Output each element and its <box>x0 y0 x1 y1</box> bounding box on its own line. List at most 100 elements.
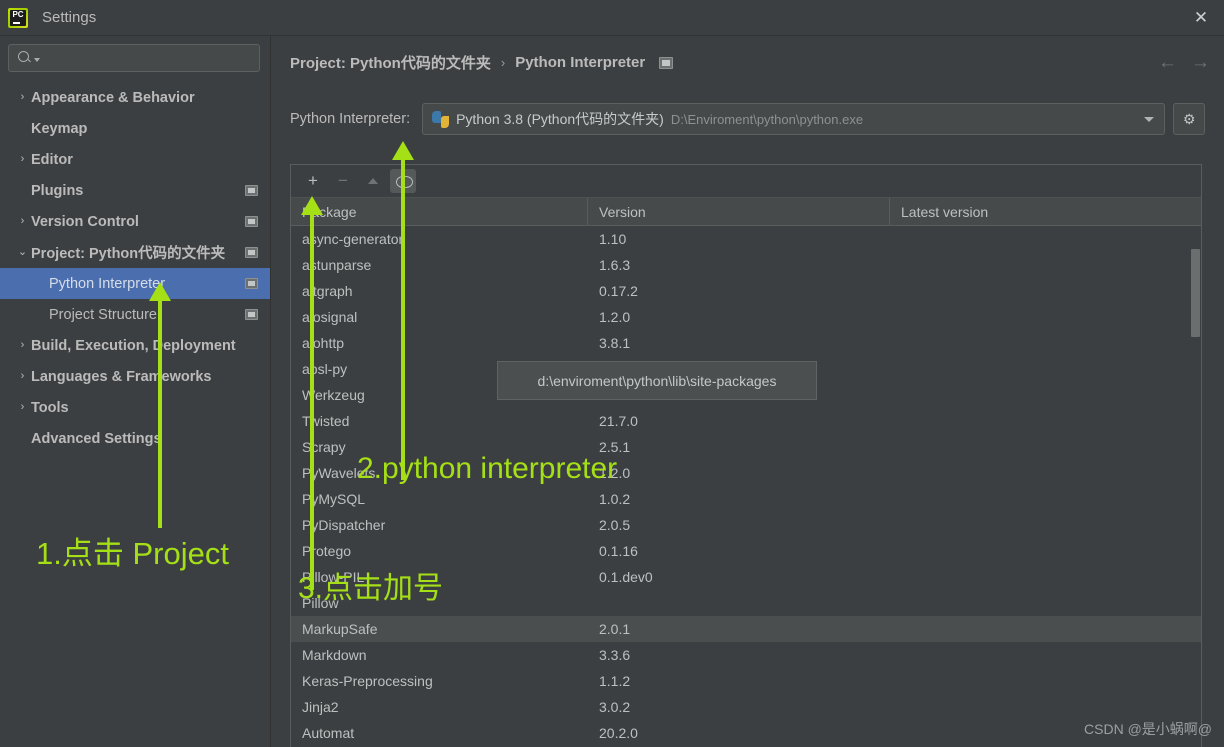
chevron-right-icon[interactable]: › <box>14 92 31 103</box>
column-header-version[interactable]: Version <box>588 197 890 226</box>
cell-version: 1.2.0 <box>599 309 631 325</box>
breadcrumb-leaf[interactable]: Python Interpreter <box>515 54 645 71</box>
cell-package: Automat <box>302 725 355 741</box>
pycharm-icon: PC <box>8 7 28 28</box>
sidebar-item-keymap[interactable]: Keymap <box>0 113 270 144</box>
gear-icon: ⚙ <box>1182 110 1196 127</box>
cell-version: 2.5.1 <box>599 439 631 455</box>
upgrade-package-button[interactable] <box>360 169 386 193</box>
table-row[interactable]: Keras-Preprocessing 1.1.2 <box>291 668 1201 694</box>
settings-window: PC Settings ✕ › Appearance & Behavior Keym… <box>0 0 1224 747</box>
sidebar-item-python-interpreter[interactable]: Python Interpreter <box>0 268 270 299</box>
sidebar-item-tools[interactable]: › Tools <box>0 392 270 423</box>
chevron-right-icon[interactable]: › <box>14 371 31 382</box>
table-row[interactable]: astunparse 1.6.3 <box>291 252 1201 278</box>
cell-package: astunparse <box>302 257 372 273</box>
table-row[interactable]: Automat 20.2.0 <box>291 720 1201 746</box>
search-area <box>0 36 270 72</box>
remove-package-button[interactable]: − <box>330 169 356 193</box>
sidebar-item-languages-frameworks[interactable]: › Languages & Frameworks <box>0 361 270 392</box>
sidebar-item-plugins[interactable]: Plugins <box>0 175 270 206</box>
packages-table-body: async-generator 1.10 astunparse 1.6.3 altgra… <box>291 226 1201 746</box>
search-box[interactable] <box>8 44 260 72</box>
cell-version: 3.3.6 <box>599 647 631 663</box>
cell-package: MarkupSafe <box>302 621 378 637</box>
sidebar-item-label: Version Control <box>31 213 139 230</box>
table-row[interactable]: altgraph 0.17.2 <box>291 278 1201 304</box>
chevron-right-icon[interactable]: › <box>14 216 31 227</box>
cell-version: 1.0.2 <box>599 491 631 507</box>
cell-package: Protego <box>302 543 352 559</box>
cell-version: 1.6.3 <box>599 257 631 273</box>
annotation-arrow-1-head <box>149 282 171 301</box>
cell-package: PyMySQL <box>302 491 366 507</box>
table-row[interactable]: Twisted 21.7.0 <box>291 408 1201 434</box>
chevron-right-icon[interactable]: › <box>14 154 31 165</box>
sidebar-item-label: Advanced Settings <box>31 430 162 447</box>
chevron-down-icon[interactable]: ⌄ <box>14 247 31 258</box>
cell-version: 21.7.0 <box>599 413 638 429</box>
annotation-arrow-2-head <box>392 141 414 160</box>
watermark: CSDN @是小蜗啊@ <box>1084 721 1212 737</box>
sidebar-item-label: Plugins <box>31 182 84 199</box>
column-header-package[interactable]: Package <box>291 197 588 226</box>
annotation-arrow-2-shaft <box>401 160 405 480</box>
back-icon[interactable]: ← <box>1158 52 1177 74</box>
cell-version: 0.17.2 <box>599 283 638 299</box>
cell-package: Jinja2 <box>302 699 339 715</box>
cell-package: Markdown <box>302 647 367 663</box>
table-row[interactable]: aiosignal 1.2.0 <box>291 304 1201 330</box>
sidebar-item-label: Python Interpreter <box>49 275 166 292</box>
table-row[interactable]: Markdown 3.3.6 <box>291 642 1201 668</box>
sidebar-item-appearance-behavior[interactable]: › Appearance & Behavior <box>0 82 270 113</box>
settings-sync-icon[interactable] <box>245 215 258 227</box>
cell-version: 20.2.0 <box>599 725 638 741</box>
table-row[interactable]: Protego 0.1.16 <box>291 538 1201 564</box>
cell-version: 2.0.1 <box>599 621 631 637</box>
sidebar-item-project-python[interactable]: ⌄ Project: Python代码的文件夹 <box>0 237 270 268</box>
cell-version: 3.0.2 <box>599 699 631 715</box>
chevron-right-icon[interactable]: › <box>14 340 31 351</box>
chevron-right-icon[interactable]: › <box>14 402 31 413</box>
scrollbar-thumb[interactable] <box>1191 249 1200 337</box>
settings-sync-icon[interactable] <box>245 184 258 196</box>
breadcrumb-separator: › <box>500 55 506 70</box>
settings-sync-icon[interactable] <box>245 277 258 289</box>
breadcrumb: Project: Python代码的文件夹 › Python Interpret… <box>290 52 674 73</box>
sidebar-item-label: Keymap <box>31 120 88 137</box>
packages-scrollbar[interactable] <box>1191 227 1200 745</box>
cell-package: Twisted <box>302 413 350 429</box>
search-icon <box>17 50 33 66</box>
cell-package: aiosignal <box>302 309 358 325</box>
interpreter-settings-button[interactable]: ⚙ <box>1173 103 1206 135</box>
sidebar-item-project-structure[interactable]: Project Structure <box>0 299 270 330</box>
sidebar-item-version-control[interactable]: › Version Control <box>0 206 270 237</box>
table-row[interactable]: aiohttp 3.8.1 <box>291 330 1201 356</box>
sidebar-item-build-execution-deployment[interactable]: › Build, Execution, Deployment <box>0 330 270 361</box>
cell-version: 0.1.dev0 <box>599 569 653 585</box>
cell-version: 1.2.0 <box>599 465 631 481</box>
column-header-latest-version[interactable]: Latest version <box>890 198 1201 226</box>
interpreter-name: Python 3.8 (Python代码的文件夹) <box>456 111 664 127</box>
settings-sync-icon[interactable] <box>245 246 258 258</box>
packages-table-header: Package Version Latest version <box>291 197 1201 226</box>
sidebar-item-label: Appearance & Behavior <box>31 89 195 106</box>
breadcrumb-root[interactable]: Project: Python代码的文件夹 <box>290 52 491 73</box>
close-icon[interactable]: ✕ <box>1178 0 1224 35</box>
settings-sync-icon[interactable] <box>659 56 674 69</box>
interpreter-dropdown[interactable]: Python 3.8 (Python代码的文件夹) D:\Enviroment\… <box>422 103 1166 135</box>
forward-icon[interactable]: → <box>1191 52 1210 74</box>
table-row[interactable]: PyMySQL 1.0.2 <box>291 486 1201 512</box>
table-row[interactable]: PyDispatcher 2.0.5 <box>291 512 1201 538</box>
sidebar-item-editor[interactable]: › Editor <box>0 144 270 175</box>
add-package-button[interactable]: + <box>300 169 326 193</box>
cell-version: 0.1.16 <box>599 543 638 559</box>
search-input[interactable] <box>40 49 259 67</box>
table-row[interactable]: Jinja2 3.0.2 <box>291 694 1201 720</box>
cell-version: 1.1.2 <box>599 673 631 689</box>
table-row[interactable]: async-generator 1.10 <box>291 226 1201 252</box>
table-row[interactable]: MarkupSafe 2.0.1 <box>291 616 1201 642</box>
settings-sync-icon[interactable] <box>245 308 258 320</box>
sidebar-item-advanced-settings[interactable]: Advanced Settings <box>0 423 270 454</box>
chevron-down-icon[interactable] <box>1144 116 1155 122</box>
